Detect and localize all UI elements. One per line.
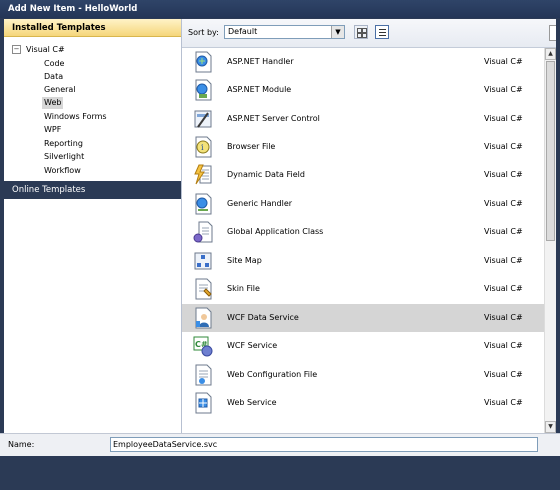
- templates-tree-panel: Installed Templates − Visual C# Code Data…: [4, 19, 182, 433]
- template-name: Global Application Class: [227, 227, 324, 236]
- tree-item-wpf[interactable]: WPF: [42, 124, 63, 136]
- site-map-icon: [194, 252, 212, 270]
- details-view-button[interactable]: [375, 25, 389, 39]
- template-language: Visual C#: [484, 227, 523, 236]
- template-name: Web Service: [227, 398, 277, 407]
- list-view-icon: [379, 29, 386, 30]
- web-config-icon: [195, 364, 212, 386]
- grid-view-icon: [362, 33, 367, 38]
- list-item[interactable]: Global Application Class Visual C#: [182, 218, 544, 246]
- web-service-icon: [195, 392, 212, 414]
- sort-by-label: Sort by:: [188, 28, 219, 37]
- global-app-class-icon: [193, 221, 213, 243]
- scroll-thumb[interactable]: [546, 61, 555, 241]
- tree-item-web[interactable]: Web: [42, 97, 64, 109]
- template-name: Dynamic Data Field: [227, 170, 305, 179]
- list-item[interactable]: ASP.NET Handler Visual C#: [182, 48, 544, 76]
- template-name: ASP.NET Module: [227, 85, 292, 94]
- template-name: Browser File: [227, 142, 276, 151]
- skin-file-icon: [195, 278, 212, 300]
- browser-file-icon: i: [195, 136, 212, 158]
- wcf-data-service-icon: [195, 307, 212, 329]
- list-item[interactable]: C# WCF Service Visual C#: [182, 332, 544, 360]
- aspnet-module-icon: [195, 79, 212, 101]
- scroll-up-icon[interactable]: ▲: [545, 48, 556, 60]
- list-item[interactable]: Dynamic Data Field Visual C#: [182, 161, 544, 189]
- template-list: ASP.NET Handler Visual C# ASP.NET Module…: [182, 48, 544, 433]
- template-language: Visual C#: [484, 284, 523, 293]
- list-item[interactable]: Site Map Visual C#: [182, 247, 544, 275]
- template-language: Visual C#: [484, 313, 523, 322]
- tree-item-code[interactable]: Code: [42, 58, 66, 70]
- list-item-selected[interactable]: WCF Data Service Visual C#: [182, 304, 544, 332]
- list-item[interactable]: i Browser File Visual C#: [182, 133, 544, 161]
- tree-item-general[interactable]: General: [42, 84, 78, 96]
- aspnet-handler-icon: [195, 51, 212, 73]
- list-item[interactable]: Generic Handler Visual C#: [182, 190, 544, 218]
- template-language: Visual C#: [484, 142, 523, 151]
- template-name: Skin File: [227, 284, 260, 293]
- online-templates-header[interactable]: Online Templates: [4, 181, 181, 199]
- template-language: Visual C#: [484, 57, 523, 66]
- list-item[interactable]: Web Service Visual C#: [182, 389, 544, 417]
- dynamic-data-icon: [194, 164, 212, 185]
- list-item[interactable]: Skin File Visual C#: [182, 275, 544, 303]
- list-view-icon: [379, 32, 386, 33]
- name-label: Name:: [8, 440, 35, 449]
- list-item[interactable]: ASP.NET Server Control Visual C#: [182, 105, 544, 133]
- name-row: Name: EmployeeDataService.svc: [0, 433, 560, 456]
- svg-text:i: i: [201, 143, 204, 152]
- template-name: Web Configuration File: [227, 370, 318, 379]
- tree-item-silverlight[interactable]: Silverlight: [42, 151, 86, 163]
- template-name: Generic Handler: [227, 199, 293, 208]
- medium-icons-view-button[interactable]: [354, 25, 368, 39]
- template-language: Visual C#: [484, 256, 523, 265]
- collapse-toggle-icon[interactable]: −: [12, 45, 21, 54]
- template-name: WCF Service: [227, 341, 278, 350]
- tree-node-label: Visual C#: [26, 45, 65, 54]
- scroll-down-icon[interactable]: ▼: [545, 421, 556, 433]
- tree-node-visual-csharp[interactable]: − Visual C#: [12, 44, 65, 56]
- generic-handler-icon: [195, 193, 212, 215]
- template-language: Visual C#: [484, 341, 523, 350]
- template-name: WCF Data Service: [227, 313, 299, 322]
- template-language: Visual C#: [484, 85, 523, 94]
- sort-by-dropdown[interactable]: Default ▼: [224, 25, 345, 39]
- server-control-icon: [194, 110, 212, 128]
- wcf-service-icon: C#: [193, 336, 213, 357]
- list-item[interactable]: ASP.NET Module Visual C#: [182, 76, 544, 104]
- template-language: Visual C#: [484, 199, 523, 208]
- name-field[interactable]: EmployeeDataService.svc: [110, 437, 538, 452]
- sort-toolbar: Sort by: Default ▼: [182, 19, 556, 48]
- template-name: ASP.NET Server Control: [227, 114, 320, 123]
- tree-item-reporting[interactable]: Reporting: [42, 138, 85, 150]
- template-name: Site Map: [227, 256, 262, 265]
- tree-item-workflow[interactable]: Workflow: [42, 165, 83, 177]
- template-name: ASP.NET Handler: [227, 57, 294, 66]
- sort-by-value: Default: [228, 27, 258, 36]
- search-box-edge[interactable]: [549, 25, 556, 41]
- list-scrollbar[interactable]: ▲ ▼: [544, 48, 556, 433]
- list-item[interactable]: Web Configuration File Visual C#: [182, 361, 544, 389]
- tree-item-windows-forms[interactable]: Windows Forms: [42, 111, 109, 123]
- installed-templates-header[interactable]: Installed Templates: [4, 19, 181, 37]
- templates-list-panel: Sort by: Default ▼ ASP.NET Handler Visua…: [182, 19, 556, 433]
- list-view-icon: [379, 35, 386, 36]
- tree-item-data[interactable]: Data: [42, 71, 65, 83]
- template-language: Visual C#: [484, 398, 523, 407]
- template-language: Visual C#: [484, 170, 523, 179]
- template-language: Visual C#: [484, 114, 523, 123]
- window-title: Add New Item - HelloWorld: [0, 0, 560, 18]
- dropdown-arrow-icon[interactable]: ▼: [331, 26, 344, 38]
- template-language: Visual C#: [484, 370, 523, 379]
